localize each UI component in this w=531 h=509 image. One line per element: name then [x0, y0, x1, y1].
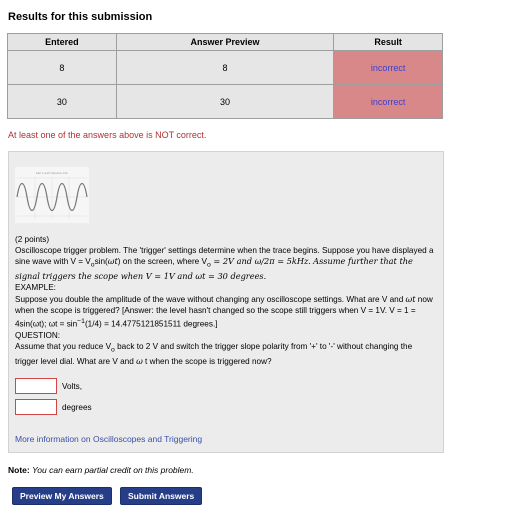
- note-label: Note:: [8, 465, 30, 475]
- submit-answers-button[interactable]: Submit Answers: [120, 487, 203, 505]
- warning-message: At least one of the answers above is NOT…: [8, 130, 207, 140]
- degrees-unit-label: degrees: [62, 402, 92, 412]
- example-label: EXAMPLE:: [15, 283, 56, 293]
- problem-panel: Fab 1 and Induction Fitn (2 points) Osci…: [8, 151, 444, 453]
- header-answer-preview: Answer Preview: [115, 33, 335, 51]
- example-text: Suppose you double the amplitude of the …: [15, 293, 433, 329]
- more-info-link[interactable]: More information on Oscilloscopes and Tr…: [15, 434, 202, 444]
- partial-credit-note: Note: You can earn partial credit on thi…: [8, 465, 194, 475]
- sine-wave-thumbnail-image: Fab 1 and Induction Fitn: [15, 167, 89, 223]
- preview-answers-button[interactable]: Preview My Answers: [12, 487, 112, 505]
- table-row: 30 30 incorrect: [7, 84, 443, 119]
- volts-answer-input[interactable]: [15, 378, 57, 394]
- result-cell: incorrect: [333, 50, 443, 85]
- results-header-row: Entered Answer Preview Result: [7, 33, 443, 51]
- answer-row-volts: Volts,: [15, 378, 82, 394]
- volts-unit-label: Volts,: [62, 381, 83, 391]
- answer-row-degrees: degrees: [15, 399, 92, 415]
- header-entered: Entered: [7, 33, 117, 51]
- table-row: 8 8 incorrect: [7, 50, 443, 85]
- problem-points: (2 points): [15, 235, 50, 244]
- header-result: Result: [333, 33, 443, 51]
- question-label: QUESTION:: [15, 331, 61, 340]
- problem-intro: Oscilloscope trigger problem. The 'trigg…: [15, 246, 434, 282]
- result-cell: incorrect: [333, 84, 443, 119]
- preview-cell: 8: [115, 50, 335, 85]
- problem-text: (2 points) Oscilloscope trigger problem.…: [15, 234, 435, 367]
- thumbnail-caption: Fab 1 and Induction Fitn: [36, 171, 69, 175]
- page-title: Results for this submission: [8, 11, 153, 23]
- preview-cell: 30: [115, 84, 335, 119]
- results-table: Entered Answer Preview Result 8 8 incorr…: [7, 33, 443, 119]
- question-text: Assume that you reduce Vo back to 2 V an…: [15, 342, 413, 367]
- note-text: You can earn partial credit on this prob…: [32, 465, 194, 475]
- degrees-answer-input[interactable]: [15, 399, 57, 415]
- entered-cell: 8: [7, 50, 117, 85]
- entered-cell: 30: [7, 84, 117, 119]
